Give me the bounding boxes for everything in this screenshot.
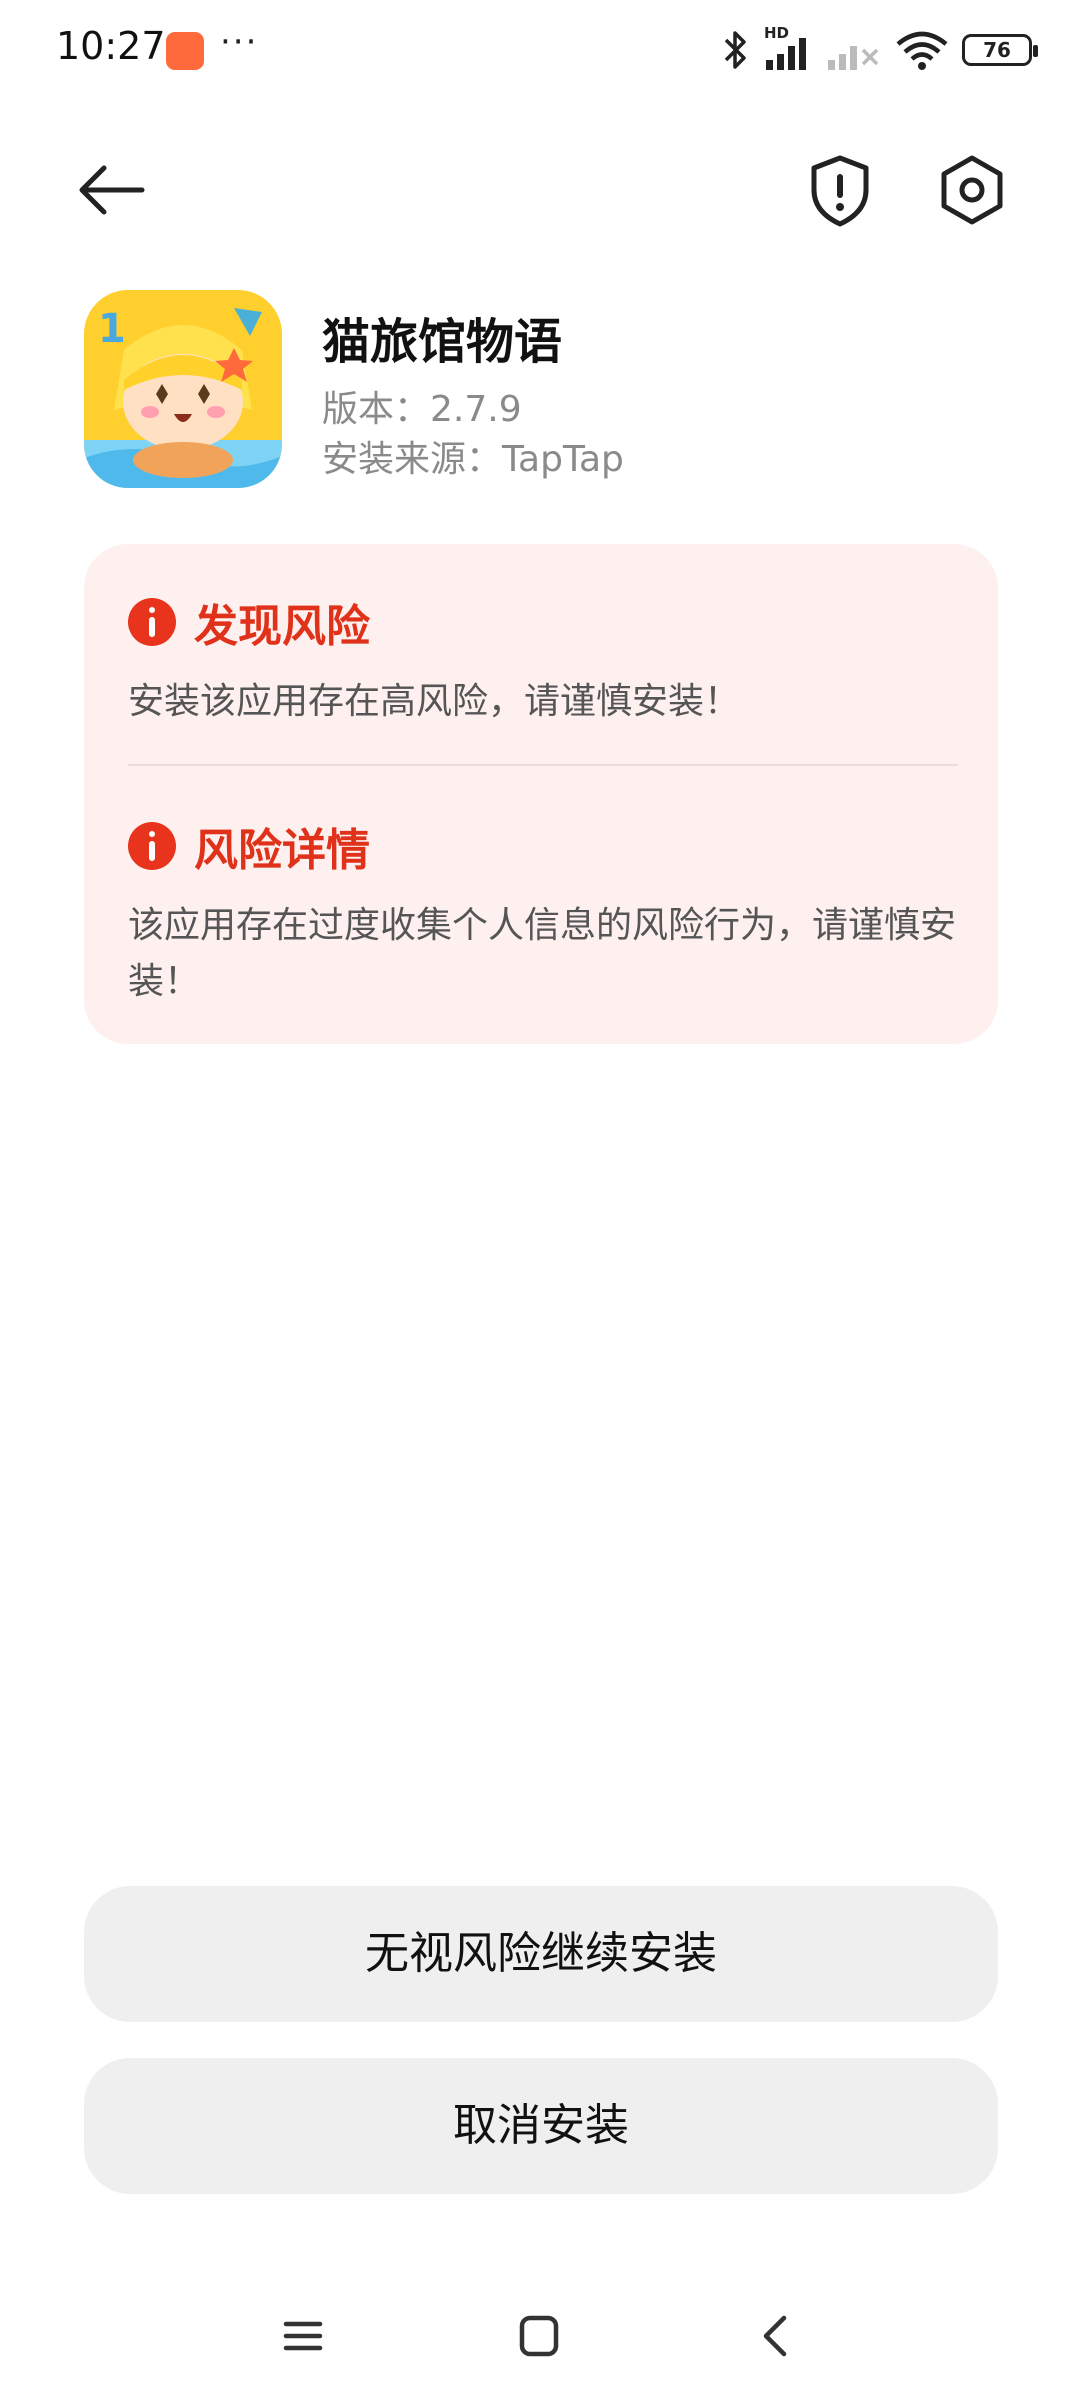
settings-gear-icon[interactable]	[932, 150, 1012, 230]
status-time: 10:27	[56, 24, 166, 68]
top-bar	[0, 130, 1080, 240]
more-notifications-icon: ···	[220, 22, 259, 62]
menu-lines-icon[interactable]	[268, 2306, 338, 2366]
wifi-icon	[896, 31, 948, 70]
shield-exclamation-icon[interactable]	[800, 150, 880, 230]
status-bar: 10:27 ··· HD 76	[0, 0, 1080, 100]
risk-found-title: 发现风险	[194, 601, 370, 652]
risk-found-desc: 安装该应用存在高风险，请谨慎安装！	[128, 681, 741, 722]
navigation-bar	[0, 2290, 1080, 2380]
risk-info-icon	[128, 822, 176, 870]
battery-icon: 76	[962, 34, 1038, 66]
signal-off-icon	[828, 46, 879, 70]
app-name: 猫旅馆物语	[322, 314, 563, 370]
risk-detail-title: 风险详情	[194, 825, 370, 876]
cancel-install-button[interactable]: 取消安装	[84, 2058, 998, 2194]
risk-detail-desc: 该应用存在过度收集个人信息的风险行为，请谨慎安装！	[128, 905, 957, 1002]
back-arrow-icon[interactable]	[72, 150, 152, 230]
risk-found-section: 发现风险 安装该应用存在高风险，请谨慎安装！	[128, 592, 958, 730]
continue-install-button[interactable]: 无视风险继续安装	[84, 1886, 998, 2022]
risk-card: 发现风险 安装该应用存在高风险，请谨慎安装！ 风险详情 该应用存在过度收集个人信…	[84, 544, 998, 1044]
battery-level: 76	[983, 38, 1011, 62]
home-square-icon[interactable]	[504, 2306, 574, 2366]
install-source: 安装来源：TapTap	[322, 439, 624, 480]
app-version: 版本：2.7.9	[322, 389, 522, 430]
risk-info-icon	[128, 598, 176, 646]
app-info: 1 猫旅馆物语 版本：2.7.9 安装来源：TapTap	[84, 290, 1004, 490]
back-chevron-icon[interactable]	[740, 2306, 810, 2366]
app-icon: 1	[84, 290, 282, 488]
bluetooth-icon	[724, 31, 746, 69]
signal-hd-icon: HD	[762, 24, 814, 72]
risk-detail-section: 风险详情 该应用存在过度收集个人信息的风险行为，请谨慎安装！	[128, 816, 958, 1010]
risk-divider	[128, 764, 958, 766]
svg-text:1: 1	[98, 306, 126, 352]
notification-app-icon	[166, 32, 204, 70]
install-risk-screen: 10:27 ··· HD 76 1 猫旅馆物语 版本：2.7.9 安装来源：Ta…	[0, 0, 1080, 2400]
status-icons: HD 76	[720, 24, 1038, 72]
